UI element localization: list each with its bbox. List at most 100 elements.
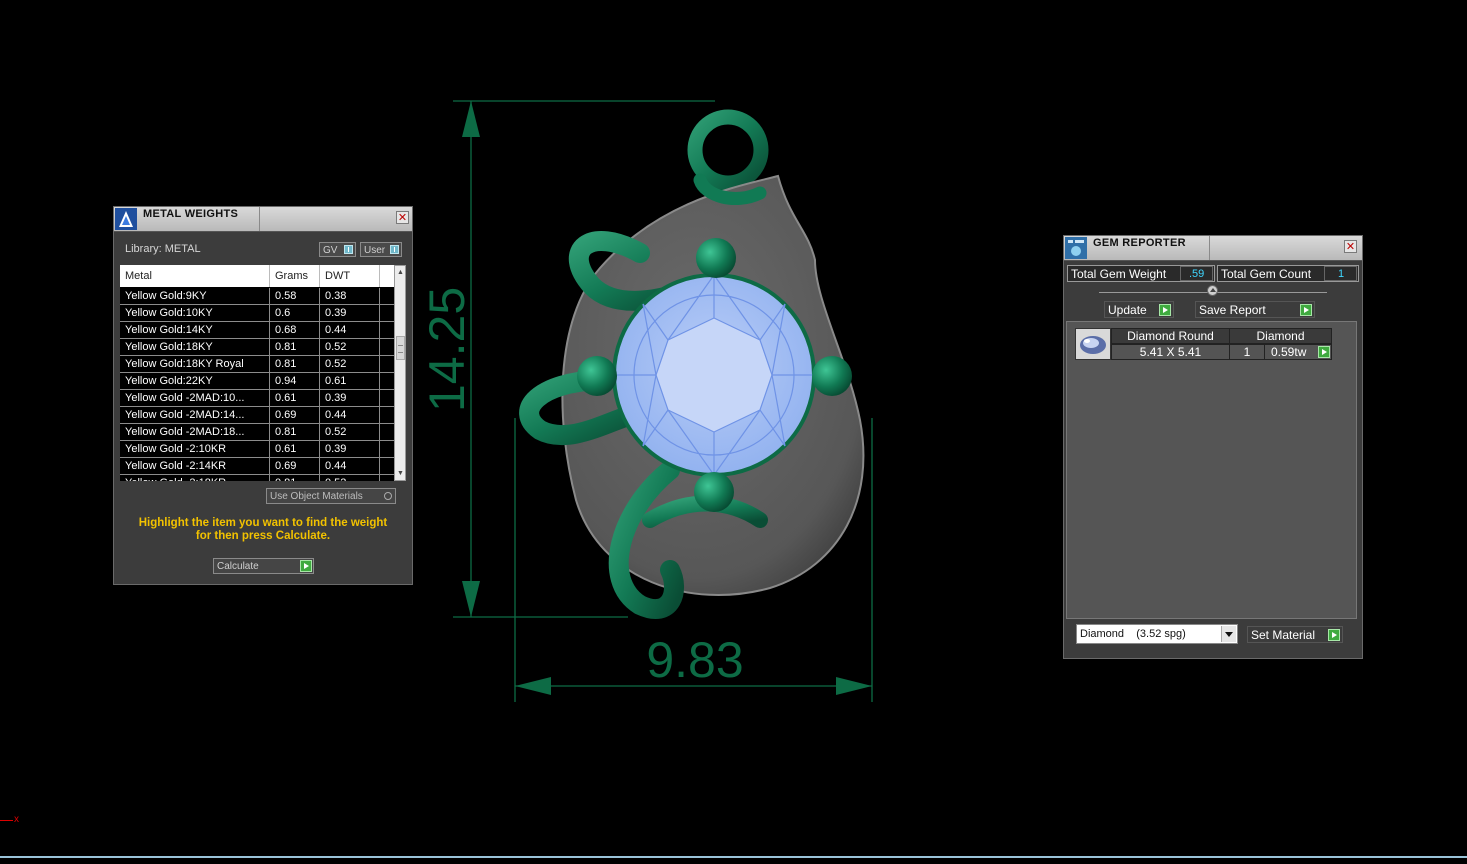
table-row[interactable]: Yellow Gold -2MAD:18... 0.81 0.52 (120, 424, 394, 441)
cell-divider (319, 356, 320, 373)
cell-divider (269, 390, 270, 407)
calculate-label: Calculate (217, 561, 259, 572)
cell-divider (379, 424, 380, 441)
gem-shape-cell[interactable]: Diamond Round (1111, 328, 1230, 344)
save-report-button[interactable]: Save Report (1195, 301, 1315, 318)
cell-divider (269, 424, 270, 441)
grams-cell: 0.81 (275, 341, 297, 353)
metal-weights-titlebar[interactable]: METAL WEIGHTS ✕ (114, 207, 412, 232)
gem-report-icon (1065, 237, 1087, 259)
table-row[interactable]: Yellow Gold:9KY 0.58 0.38 (120, 288, 394, 305)
play-arrow-icon (1300, 304, 1312, 316)
dwt-cell: 0.39 (325, 307, 347, 319)
cell-divider (269, 441, 270, 458)
column-header-dwt[interactable]: DWT (325, 270, 350, 282)
metal-name-cell: Yellow Gold -2MAD:18... (125, 426, 245, 438)
metal-name-cell: Yellow Gold -2:10KR (125, 443, 227, 455)
table-row[interactable]: Yellow Gold -2MAD:14... 0.69 0.44 (120, 407, 394, 424)
chevron-down-icon[interactable] (1221, 626, 1236, 642)
table-row[interactable]: Yellow Gold:18KY Royal 0.81 0.52 (120, 356, 394, 373)
gem-count-cell[interactable]: 1 (1229, 344, 1265, 360)
cell-divider (269, 322, 270, 339)
grams-cell: 0.69 (275, 409, 297, 421)
total-gem-weight-value-box: .59 (1180, 266, 1213, 281)
cell-divider (269, 407, 270, 424)
dwt-cell: 0.52 (325, 426, 347, 438)
gv-toggle-label: GV (323, 245, 338, 256)
metal-name-cell: Yellow Gold:18KY Royal (125, 358, 244, 370)
diamond-round-icon[interactable] (1075, 328, 1111, 360)
radio-icon (384, 492, 392, 500)
table-row[interactable]: Yellow Gold -2MAD:10... 0.61 0.39 (120, 390, 394, 407)
cell-divider (379, 458, 380, 475)
gem-size-cell[interactable]: 5.41 X 5.41 (1111, 344, 1230, 360)
height-dimension-label: 14.25 (419, 287, 475, 412)
flask-icon (115, 208, 137, 230)
cell-divider (269, 305, 270, 322)
grams-cell: 0.81 (275, 358, 297, 370)
dwt-cell: 0.52 (325, 477, 346, 481)
metal-table-scrollbar[interactable]: ▲ ▼ (394, 265, 406, 481)
user-toggle[interactable]: User (360, 242, 402, 257)
scroll-down-icon[interactable]: ▼ (396, 469, 405, 479)
table-row[interactable]: Yellow Gold:14KY 0.68 0.44 (120, 322, 394, 339)
metal-name-cell: Yellow Gold:14KY (125, 324, 213, 336)
titlebar-divider (1209, 236, 1210, 260)
cell-divider (379, 373, 380, 390)
grams-cell: 0.94 (275, 375, 297, 387)
dwt-cell: 0.39 (325, 443, 347, 455)
cell-divider (379, 322, 380, 339)
axis-marker-x: x (14, 814, 19, 825)
gv-toggle[interactable]: GV (319, 242, 356, 257)
metal-weights-close-button[interactable]: ✕ (396, 211, 409, 224)
table-row[interactable]: Yellow Gold:18KY 0.81 0.52 (120, 339, 394, 356)
grams-cell: 0.61 (275, 392, 297, 404)
grams-cell: 0.61 (275, 443, 297, 455)
use-object-materials-label: Use Object Materials (270, 491, 363, 502)
table-row[interactable]: Yellow Gold -2:10KR 0.61 0.39 (120, 441, 394, 458)
dwt-cell: 0.61 (325, 375, 347, 387)
scroll-thumb[interactable] (396, 336, 405, 360)
material-select[interactable]: Diamond (3.52 spg) (1076, 624, 1238, 644)
grams-cell: 0.6 (275, 307, 291, 319)
table-row[interactable]: Yellow Gold -2:18KR 0.81 0.52 (120, 475, 394, 481)
scroll-up-icon[interactable]: ▲ (396, 268, 405, 278)
total-gem-weight-label: Total Gem Weight (1071, 267, 1167, 281)
cell-divider (269, 288, 270, 305)
gem-reporter-titlebar[interactable]: GEM REPORTER ✕ (1064, 236, 1362, 261)
table-row[interactable]: Yellow Gold:22KY 0.94 0.61 (120, 373, 394, 390)
play-arrow-icon (300, 560, 312, 572)
user-toggle-label: User (364, 245, 386, 256)
gem-row-play-icon[interactable] (1318, 346, 1330, 358)
table-row[interactable]: Yellow Gold -2:14KR 0.69 0.44 (120, 458, 394, 475)
splitter-handle-icon[interactable] (1207, 285, 1218, 296)
pendant-model[interactable] (519, 109, 865, 619)
calculate-button[interactable]: Calculate (213, 558, 314, 574)
diamond-thumbnail-icon (1080, 336, 1106, 354)
cell-divider (319, 322, 320, 339)
column-header-grams[interactable]: Grams (275, 270, 308, 282)
dwt-cell: 0.44 (325, 460, 347, 472)
column-header-metal[interactable]: Metal (125, 270, 152, 282)
total-gem-count-label: Total Gem Count (1221, 267, 1312, 281)
gem-reporter-title: GEM REPORTER (1093, 237, 1186, 249)
play-arrow-icon (1328, 629, 1340, 641)
total-gem-count-value-box: 1 (1324, 266, 1357, 281)
metal-name-cell: Yellow Gold:18KY (125, 341, 213, 353)
gem-reporter-close-button[interactable]: ✕ (1344, 240, 1357, 253)
toggle-switch-icon (344, 245, 353, 254)
use-object-materials-option[interactable]: Use Object Materials (266, 488, 396, 504)
cell-divider (379, 356, 380, 373)
gem-material-cell[interactable]: Diamond (1229, 328, 1332, 344)
dwt-cell: 0.39 (325, 392, 347, 404)
dwt-cell: 0.44 (325, 409, 347, 421)
table-row[interactable]: Yellow Gold:10KY 0.6 0.39 (120, 305, 394, 322)
set-material-button[interactable]: Set Material (1247, 626, 1343, 643)
metal-table[interactable]: Metal Grams DWT Yellow Gold:9KY 0.58 0.38 Y… (120, 265, 394, 481)
gem-list[interactable]: Diamond Round Diamond 5.41 X 5.41 1 0.59… (1066, 321, 1357, 619)
save-report-label: Save Report (1199, 303, 1266, 317)
cell-divider (379, 441, 380, 458)
update-button[interactable]: Update (1104, 301, 1174, 318)
set-material-label: Set Material (1251, 628, 1316, 642)
material-select-value: Diamond (3.52 spg) (1080, 628, 1186, 640)
